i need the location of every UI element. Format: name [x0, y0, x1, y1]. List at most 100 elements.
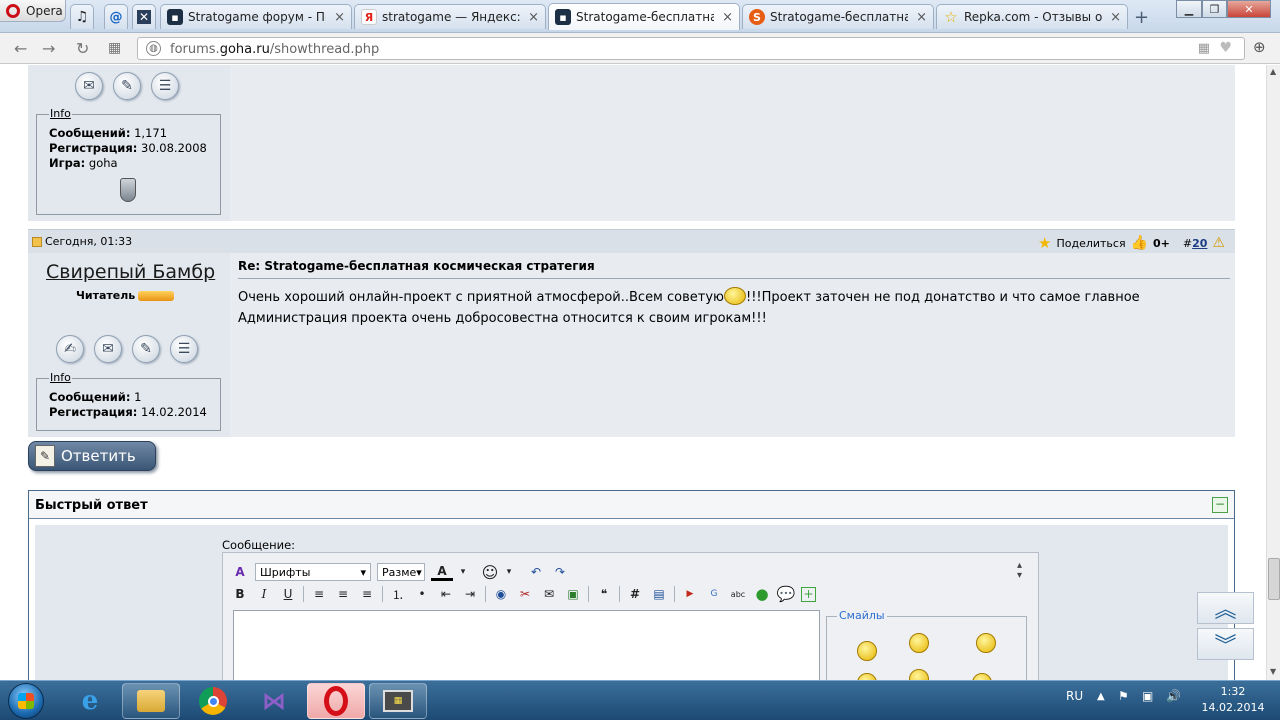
taskbar-opera[interactable]	[307, 683, 365, 719]
smiley-icon[interactable]	[857, 673, 877, 680]
add-contact-icon[interactable]: ✎	[113, 72, 141, 100]
text-color-icon[interactable]: A	[431, 563, 453, 581]
heart-bookmark-icon[interactable]: ♥	[1219, 40, 1232, 56]
site-info-globe-icon[interactable]: ◍	[146, 41, 161, 56]
pinned-tab-music[interactable]: ♫	[70, 4, 94, 29]
show-hidden-icons-icon[interactable]: ▲	[1097, 691, 1105, 702]
collapse-minus-icon[interactable]: −	[1212, 497, 1228, 513]
stash-grid-icon[interactable]: ▦	[1198, 41, 1210, 56]
volume-icon[interactable]: 🔊	[1166, 689, 1181, 703]
insert-image-icon[interactable]: ▣	[564, 585, 582, 603]
bullet-list-icon[interactable]: •	[413, 585, 431, 603]
tab-stratogame-forum[interactable]: ▪ Stratogame форум - Проф ×	[160, 4, 352, 29]
taskbar-ie[interactable]: e	[61, 683, 119, 719]
speed-dial-grid-icon[interactable]: ▦	[108, 40, 121, 56]
close-window-button[interactable]: ✕	[1227, 0, 1271, 18]
scroll-down-arrow-icon[interactable]: ▼	[1270, 667, 1276, 676]
resize-editor-icon[interactable]: ▴ ▾	[1017, 561, 1022, 581]
tab-close-icon[interactable]: ×	[528, 10, 539, 25]
reload-icon[interactable]: ↻	[76, 39, 89, 58]
google-video-icon[interactable]: G	[705, 585, 723, 603]
reply-button[interactable]: ✎ Ответить	[28, 441, 156, 471]
dropdown-arrow-icon[interactable]: ▾	[505, 563, 513, 581]
smiley-icon[interactable]	[972, 673, 992, 680]
remove-link-icon[interactable]: ✂	[516, 585, 534, 603]
bold-icon[interactable]: B	[231, 585, 249, 603]
size-select[interactable]: Разме ▾	[377, 563, 425, 581]
new-tab-plus-icon[interactable]: +	[1134, 7, 1149, 28]
spellcheck-abc-icon[interactable]: abc	[729, 585, 747, 603]
tab-close-icon[interactable]: ×	[1110, 10, 1121, 25]
opera-menu-button[interactable]: Opera	[0, 0, 66, 22]
tab-close-icon[interactable]: ×	[916, 10, 927, 25]
taskbar-explorer[interactable]	[122, 683, 180, 719]
url-field[interactable]: ◍ forums.goha.ru/showthread.php ▦ ♥	[137, 37, 1245, 60]
add-green-plus-icon[interactable]: +	[801, 586, 816, 602]
align-right-icon[interactable]: ≡	[358, 585, 376, 603]
action-center-flag-icon[interactable]: ⚑	[1118, 689, 1129, 703]
ordered-list-icon[interactable]: ⒈	[389, 585, 407, 603]
font-select[interactable]: Шрифты ▾	[255, 563, 371, 581]
tab-close-icon[interactable]: ×	[722, 10, 733, 25]
sad-smiley-icon[interactable]	[857, 641, 877, 661]
page-scrollbar[interactable]: ▲ ▼	[1266, 65, 1280, 680]
post-username[interactable]: Свирепый Бамбр	[46, 261, 215, 283]
tab-yandex-search[interactable]: Я stratogame — Яндекс: на ×	[354, 4, 546, 29]
scroll-down-button[interactable]: ︾	[1197, 628, 1254, 660]
insert-email-icon[interactable]: ✉	[540, 585, 558, 603]
taskbar-monitor-app[interactable]: ▦	[369, 683, 427, 719]
private-message-icon[interactable]: ✉	[94, 335, 122, 363]
quote-icon[interactable]: ❝	[595, 585, 613, 603]
waving-smiley-icon[interactable]	[909, 633, 929, 653]
tab-repka-reviews[interactable]: ☆ Repka.com - Отзывы о са ×	[936, 4, 1128, 29]
play-green-icon[interactable]: ●	[753, 585, 771, 603]
redo-icon[interactable]: ↷	[551, 563, 569, 581]
php-code-icon[interactable]: ▤	[650, 585, 668, 603]
youtube-icon[interactable]: ▶	[681, 585, 699, 603]
taskbar-visual-studio[interactable]: ⋈	[245, 683, 303, 719]
minimize-window-button[interactable]: ▁	[1176, 0, 1202, 18]
outdent-icon[interactable]: ⇤	[437, 585, 455, 603]
underline-icon[interactable]: U	[279, 585, 297, 603]
report-warning-icon[interactable]: ⚠	[1212, 235, 1225, 251]
download-icon[interactable]: ⊕	[1253, 38, 1266, 56]
message-textarea[interactable]	[233, 610, 820, 680]
start-button[interactable]	[8, 683, 44, 719]
indent-icon[interactable]: ⇥	[461, 585, 479, 603]
user-posts-icon[interactable]: ☰	[151, 72, 179, 100]
restore-window-button[interactable]: ❐	[1202, 0, 1227, 18]
align-center-icon[interactable]: ≡	[334, 585, 352, 603]
insert-link-icon[interactable]: ◉	[492, 585, 510, 603]
thumbs-up-icon[interactable]: 👍	[1131, 235, 1148, 251]
italic-icon[interactable]: I	[255, 585, 273, 603]
forward-arrow-icon[interactable]: →	[42, 39, 55, 58]
scrollbar-thumb[interactable]	[1268, 558, 1280, 600]
add-contact-icon[interactable]: ✎	[132, 335, 160, 363]
pinned-tab-mail[interactable]: @	[104, 4, 128, 29]
laughing-smiley-icon[interactable]	[909, 669, 929, 680]
remove-format-icon[interactable]: A	[231, 563, 249, 581]
user-blog-icon[interactable]: ✍	[56, 335, 84, 363]
share-star-icon[interactable]: ★	[1038, 234, 1051, 252]
scroll-up-button[interactable]: ︽	[1197, 592, 1254, 624]
taskbar-clock[interactable]: 1:32 14.02.2014	[1198, 684, 1268, 716]
back-arrow-icon[interactable]: ←	[14, 39, 27, 58]
network-icon[interactable]: ▣	[1142, 689, 1153, 703]
taskbar-chrome[interactable]	[184, 683, 242, 719]
tab-stratogame-site[interactable]: S Stratogame-бесплатная к ×	[742, 4, 934, 29]
speech-bubble-icon[interactable]: 💬	[777, 585, 796, 603]
pinned-tab-x[interactable]: ✕	[132, 4, 156, 29]
thinking-smiley-icon[interactable]	[976, 633, 996, 653]
private-message-icon[interactable]: ✉	[75, 72, 103, 100]
tab-close-icon[interactable]: ×	[334, 10, 345, 25]
post-number-link[interactable]: 20	[1192, 237, 1207, 250]
user-posts-icon[interactable]: ☰	[170, 335, 198, 363]
code-hash-icon[interactable]: #	[626, 585, 644, 603]
undo-icon[interactable]: ↶	[527, 563, 545, 581]
share-link[interactable]: Поделиться	[1056, 237, 1125, 250]
scroll-up-arrow-icon[interactable]: ▲	[1270, 67, 1276, 76]
dropdown-arrow-icon[interactable]: ▾	[459, 563, 467, 581]
smiley-picker-icon[interactable]: ☺	[481, 563, 499, 582]
align-left-icon[interactable]: ≡	[310, 585, 328, 603]
language-indicator[interactable]: RU	[1066, 689, 1083, 703]
